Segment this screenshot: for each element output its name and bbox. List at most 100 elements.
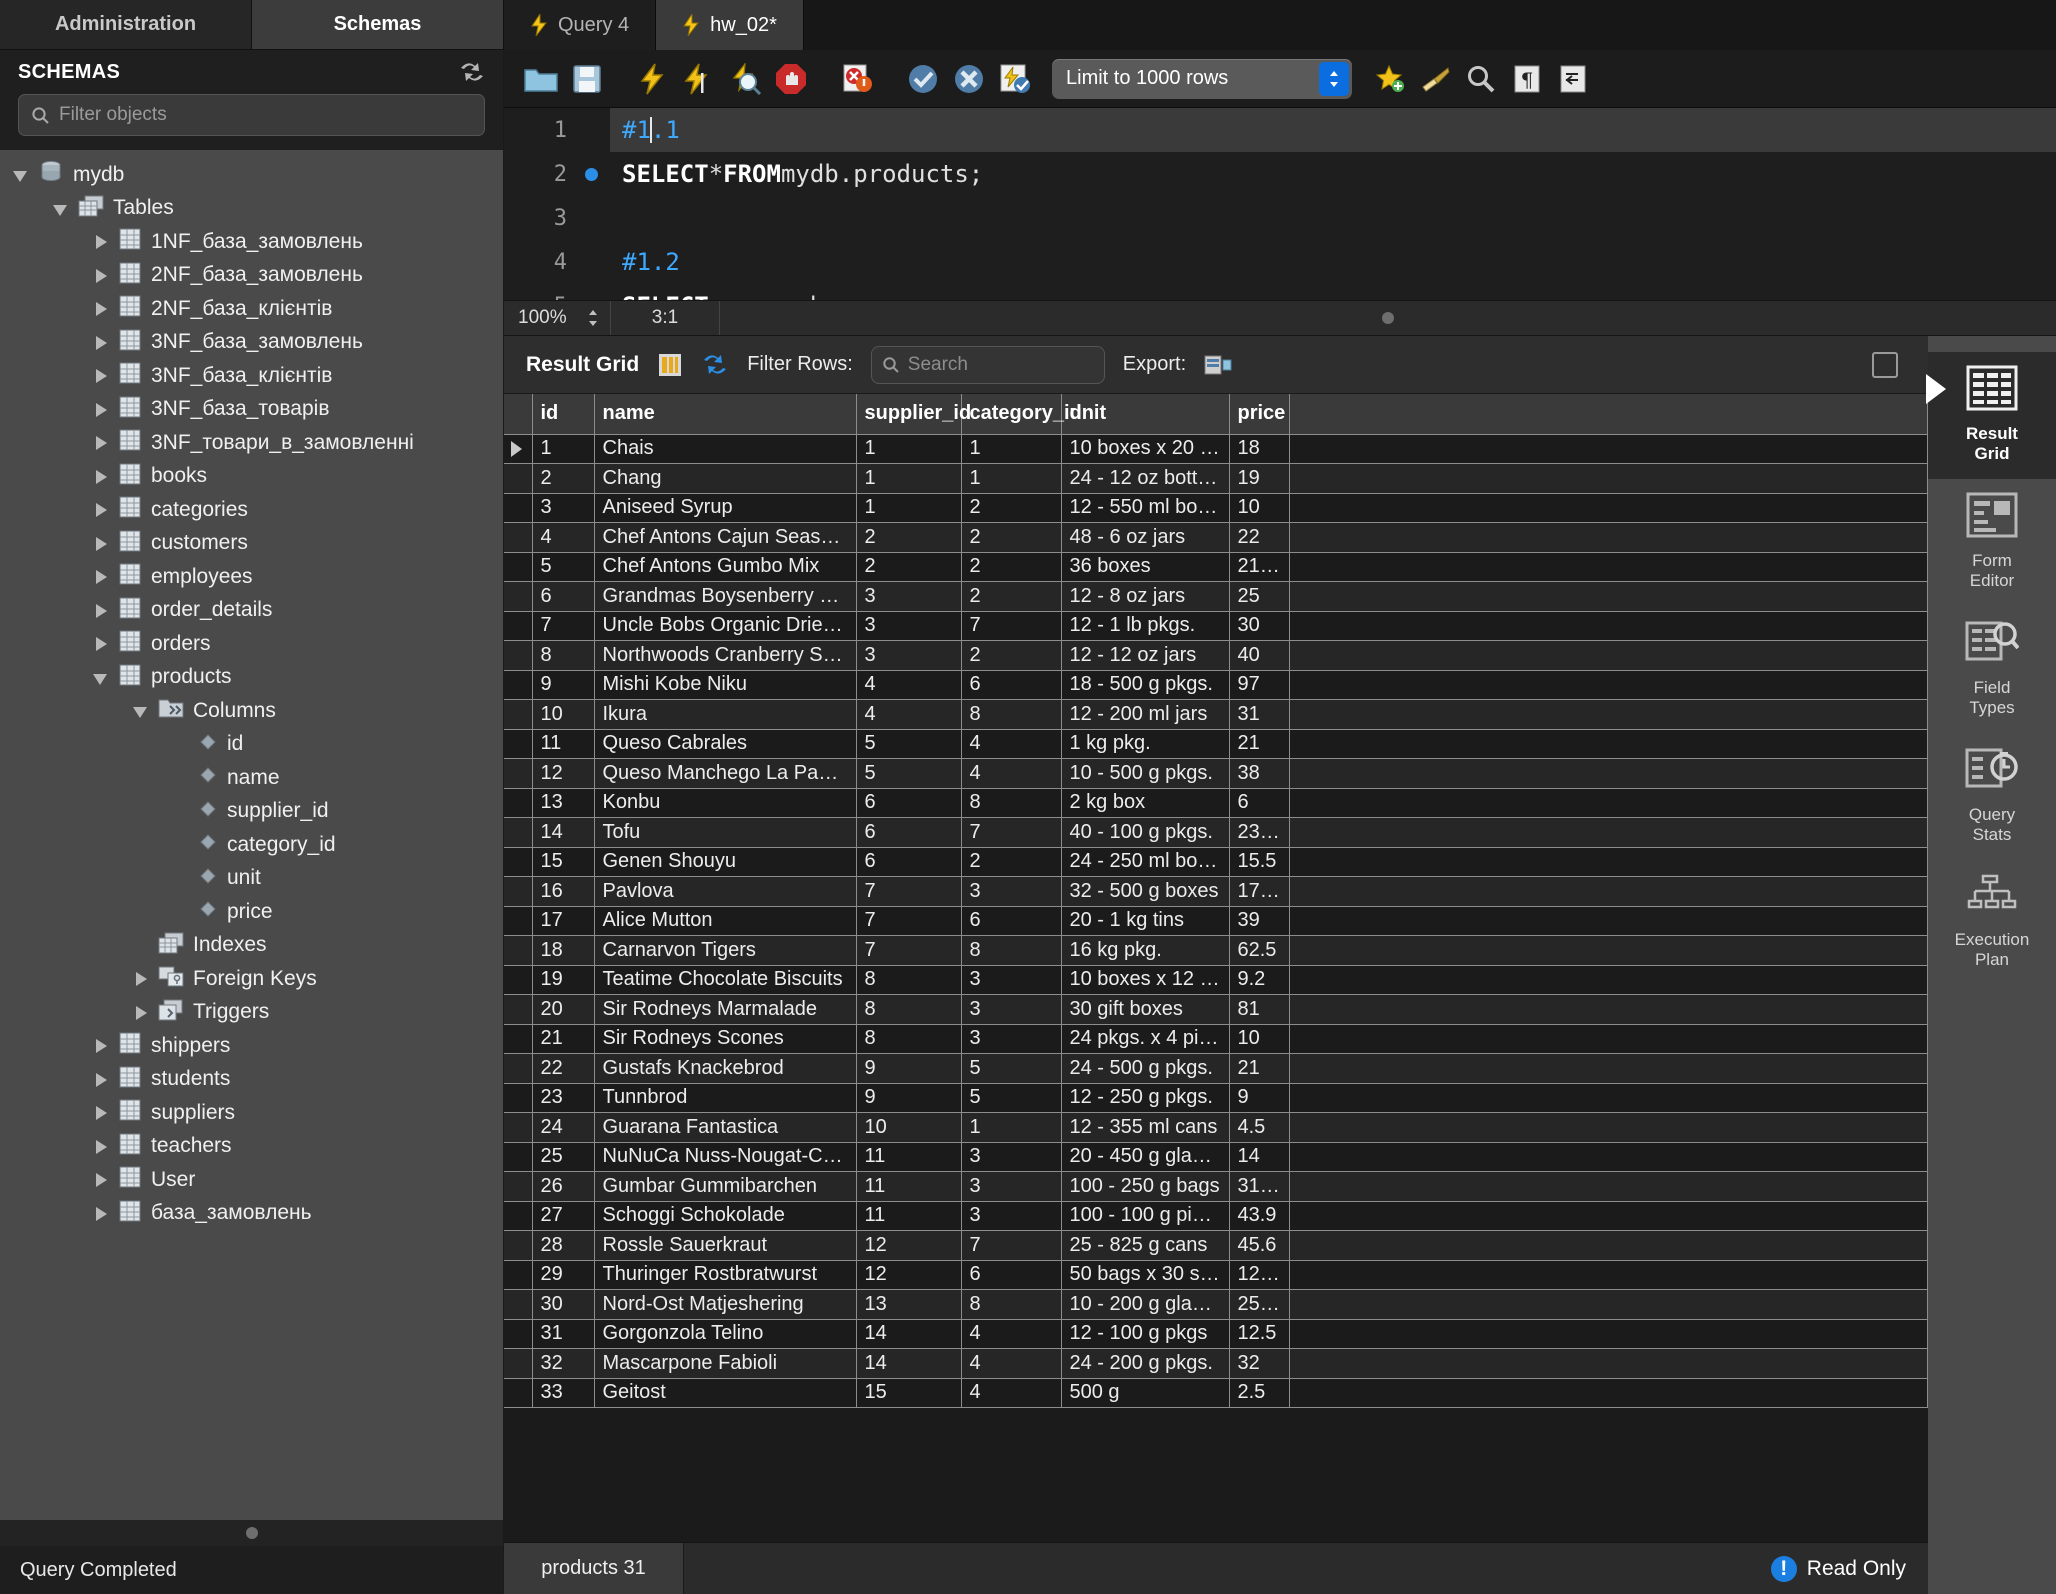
cell-supplier_id[interactable]: 6 (856, 788, 962, 818)
tree-item-customers[interactable]: customers (0, 527, 503, 561)
chevron-right-icon[interactable] (92, 1138, 109, 1155)
cell-price[interactable]: 39 (1229, 906, 1290, 936)
cell-price[interactable]: 23.25 (1229, 817, 1290, 848)
cell-unit[interactable]: 32 - 500 g boxes (1061, 876, 1230, 907)
cell-id[interactable]: 31 (532, 1319, 595, 1349)
cell-unit[interactable]: 25 - 825 g cans (1061, 1230, 1230, 1261)
table-row[interactable]: 10 Ikura 4 8 12 - 200 ml jars 31 (504, 699, 1928, 730)
cell-supplier_id[interactable]: 11 (856, 1201, 962, 1231)
cell-supplier_id[interactable]: 8 (856, 994, 962, 1025)
autocommit-icon[interactable] (992, 56, 1038, 102)
cell-name[interactable]: Genen Shouyu (594, 847, 857, 877)
limit-rows-select[interactable]: Limit to 1000 rows (1052, 58, 1352, 99)
code-line[interactable]: #1.2 (610, 240, 2056, 284)
cell-supplier_id[interactable]: 9 (856, 1053, 962, 1084)
tree-item-supplier_id[interactable]: supplier_id (0, 795, 503, 829)
cell-id[interactable]: 17 (532, 906, 595, 936)
cell-id[interactable]: 13 (532, 788, 595, 818)
cell-unit[interactable]: 40 - 100 g pkgs. (1061, 817, 1230, 848)
cell-id[interactable]: 14 (532, 817, 595, 848)
cell-supplier_id[interactable]: 7 (856, 876, 962, 907)
commit-icon[interactable] (900, 56, 946, 102)
cell-unit[interactable]: 12 - 250 g pkgs. (1061, 1083, 1230, 1113)
cell-price[interactable]: 32 (1229, 1348, 1290, 1379)
table-row[interactable]: 8 Northwoods Cranberry Sauce 3 2 12 - 12 oz … (504, 640, 1928, 671)
sidebar-hsplitter[interactable] (0, 1520, 503, 1546)
result-tab-products[interactable]: products 31 (504, 1543, 684, 1594)
cell-name[interactable]: Northwoods Cranberry Sauce (594, 640, 857, 671)
editor-zoom[interactable]: 100% (504, 307, 610, 329)
table-row[interactable]: 20 Sir Rodneys Marmalade 8 3 30 gift boxes 81 (504, 994, 1928, 1025)
cell-unit[interactable]: 1 kg pkg. (1061, 729, 1230, 759)
cell-price[interactable]: 21.35 (1229, 552, 1290, 582)
cell-id[interactable]: 32 (532, 1348, 595, 1379)
cell-price[interactable]: 25 (1229, 581, 1290, 612)
cell-id[interactable]: 24 (532, 1112, 595, 1143)
cell-name[interactable]: NuNuCa Nuss-Nougat-Creme (594, 1142, 857, 1172)
tree-item-categories[interactable]: categories (0, 493, 503, 527)
cell-supplier_id[interactable]: 7 (856, 906, 962, 936)
code-line[interactable]: SELECT name, phone (610, 284, 2056, 300)
tree-item-suppliers[interactable]: suppliers (0, 1096, 503, 1130)
cell-category_id[interactable]: 4 (961, 1319, 1062, 1349)
cell-unit[interactable]: 24 - 250 ml bottles (1061, 847, 1230, 877)
cell-name[interactable]: Grandmas Boysenberry Spread (594, 581, 857, 612)
chevron-right-icon[interactable] (92, 568, 109, 585)
cell-unit[interactable]: 100 - 100 g pieces (1061, 1201, 1230, 1231)
chevron-right-icon[interactable] (92, 1037, 109, 1054)
tree-item-products[interactable]: products (0, 661, 503, 695)
cell-supplier_id[interactable]: 3 (856, 611, 962, 641)
table-row[interactable]: 23 Tunnbrod 9 5 12 - 250 g pkgs. 9 (504, 1083, 1928, 1113)
cell-category_id[interactable]: 7 (961, 611, 1062, 641)
cell-supplier_id[interactable]: 14 (856, 1348, 962, 1379)
cell-id[interactable]: 27 (532, 1201, 595, 1231)
result-grid-scroll[interactable]: id name supplier_id category_id unit price 1C… (504, 394, 1928, 1542)
chevron-right-icon[interactable] (92, 1171, 109, 1188)
cell-unit[interactable]: 30 gift boxes (1061, 994, 1230, 1025)
snapshot-icon[interactable] (1872, 351, 1898, 378)
table-row[interactable]: 25 NuNuCa Nuss-Nougat-Creme 11 3 20 - 450 g … (504, 1142, 1928, 1172)
cell-price[interactable]: 15.5 (1229, 847, 1290, 877)
execute-icon[interactable] (630, 56, 676, 102)
statement-marker-icon[interactable] (585, 167, 598, 181)
table-row[interactable]: 5 Chef Antons Gumbo Mix 2 2 36 boxes 21.35 (504, 552, 1928, 582)
cell-supplier_id[interactable]: 6 (856, 847, 962, 877)
chevron-right-icon[interactable] (132, 1004, 149, 1021)
cell-price[interactable]: 14 (1229, 1142, 1290, 1172)
tree-item-mydb[interactable]: mydb (0, 158, 503, 192)
brush-icon[interactable] (1412, 56, 1458, 102)
cell-category_id[interactable]: 8 (961, 788, 1062, 818)
execute-current-icon[interactable] (676, 56, 722, 102)
cell-category_id[interactable]: 1 (961, 1112, 1062, 1143)
chevron-right-icon[interactable] (92, 1104, 109, 1121)
chevron-updown-icon[interactable] (1319, 61, 1349, 96)
cell-category_id[interactable]: 4 (961, 1378, 1062, 1408)
cell-category_id[interactable]: 3 (961, 876, 1062, 907)
column-header-category_id[interactable]: category_id (961, 394, 1082, 435)
cell-supplier_id[interactable]: 14 (856, 1319, 962, 1349)
cell-name[interactable]: Gustafs Knackebrod (594, 1053, 857, 1084)
cell-supplier_id[interactable]: 6 (856, 817, 962, 848)
cell-supplier_id[interactable]: 9 (856, 1083, 962, 1113)
cell-unit[interactable]: 24 - 200 g pkgs. (1061, 1348, 1230, 1379)
tree-item-1nf_-_-[interactable]: 1NF_база_замовлень (0, 225, 503, 259)
table-row[interactable]: 13 Konbu 6 8 2 kg box 6 (504, 788, 1928, 818)
table-row[interactable]: 28 Rossle Sauerkraut 12 7 25 - 825 g cans 45.… (504, 1230, 1928, 1261)
cell-price[interactable]: 25.89 (1229, 1289, 1290, 1320)
cell-supplier_id[interactable]: 13 (856, 1289, 962, 1320)
cell-price[interactable]: 4.5 (1229, 1112, 1290, 1143)
cell-price[interactable]: 10 (1229, 493, 1290, 523)
code-line[interactable]: SELECT * FROM mydb.products; (610, 152, 2056, 196)
cell-supplier_id[interactable]: 5 (856, 758, 962, 789)
tree-item-id[interactable]: id (0, 728, 503, 762)
cell-name[interactable]: Chef Antons Gumbo Mix (594, 552, 857, 582)
cell-category_id[interactable]: 3 (961, 1201, 1062, 1231)
chevron-right-icon[interactable] (92, 602, 109, 619)
chevron-down-icon[interactable] (52, 200, 69, 217)
cell-price[interactable]: 38 (1229, 758, 1290, 789)
cell-id[interactable]: 1 (532, 434, 595, 464)
search-magnifier-icon[interactable] (1458, 56, 1504, 102)
tree-item-user[interactable]: User (0, 1163, 503, 1197)
column-header-name[interactable]: name (594, 394, 857, 435)
column-header-unit[interactable]: unit (1061, 394, 1230, 435)
